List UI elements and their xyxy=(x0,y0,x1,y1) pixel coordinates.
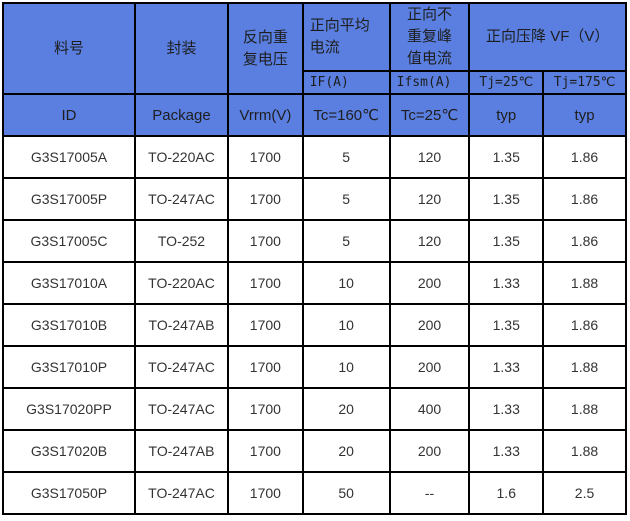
header-ifsm-cn: 正向不 重复峰 值电流 xyxy=(388,2,471,72)
header-if-line2: 电流 xyxy=(309,39,340,56)
cell-id: G3S17050P xyxy=(2,471,136,515)
cell-package: TO-247AB xyxy=(133,429,230,473)
cell-vf-25: 1.35 xyxy=(468,219,545,263)
cell-id: G3S17010B xyxy=(2,303,136,347)
cell-vf-25: 1.33 xyxy=(468,387,545,431)
cell-vf-25: 1.33 xyxy=(468,345,545,389)
cell-vf-25: 1.35 xyxy=(468,177,545,221)
cell-vf-175: 1.88 xyxy=(542,387,627,431)
cell-vrrm: 1700 xyxy=(227,303,304,347)
cell-vrrm: 1700 xyxy=(227,387,304,431)
header-vf-cn: 正向压降 VF（V） xyxy=(468,2,627,72)
cell-id: G3S17010P xyxy=(2,345,136,389)
cell-vrrm: 1700 xyxy=(227,429,304,473)
header-ifsm-line2: 重复峰 xyxy=(407,28,453,45)
table-row: G3S17010A TO-220AC 1700 10 200 1.33 1.88 xyxy=(2,261,627,305)
header-if-line1: 正向平均 xyxy=(309,17,370,34)
cell-id: G3S17005C xyxy=(2,219,136,263)
header-vf175-typ: typ xyxy=(542,93,627,137)
cell-vf-25: 1.33 xyxy=(468,261,545,305)
cell-vrrm: 1700 xyxy=(227,471,304,515)
cell-vrrm: 1700 xyxy=(227,345,304,389)
table-row: G3S17005C TO-252 1700 5 120 1.35 1.86 xyxy=(2,219,627,263)
cell-ifsm: 120 xyxy=(388,219,471,263)
header-ifsm-symbol: Ifsm(A) xyxy=(388,70,471,95)
header-vrrm-en: Vrrm(V) xyxy=(227,93,304,137)
cell-ifsm: 200 xyxy=(388,261,471,305)
cell-ifsm: 120 xyxy=(388,177,471,221)
cell-package: TO-220AC xyxy=(133,261,230,305)
header-package-en: Package xyxy=(133,93,230,137)
header-vrrm-cn: 反向重 复电压 xyxy=(227,2,304,95)
table-row: G3S17010P TO-247AC 1700 10 200 1.33 1.88 xyxy=(2,345,627,389)
cell-ifsm: 200 xyxy=(388,345,471,389)
cell-ifsm: 400 xyxy=(388,387,471,431)
cell-vrrm: 1700 xyxy=(227,219,304,263)
header-if-condition: Tc=160℃ xyxy=(301,93,391,137)
cell-package: TO-220AC xyxy=(133,135,230,179)
cell-id: G3S17010A xyxy=(2,261,136,305)
header-package-cn: 封装 xyxy=(133,2,230,95)
table-row: G3S17005P TO-247AC 1700 5 120 1.35 1.86 xyxy=(2,177,627,221)
table-row: G3S17005A TO-220AC 1700 5 120 1.35 1.86 xyxy=(2,135,627,179)
header-vf-tj175: Tj=175℃ xyxy=(542,70,627,95)
cell-vf-25: 1.35 xyxy=(468,135,545,179)
cell-if: 5 xyxy=(301,219,391,263)
cell-vf-25: 1.35 xyxy=(468,303,545,347)
header-id-en: ID xyxy=(2,93,136,137)
cell-package: TO-247AC xyxy=(133,177,230,221)
cell-ifsm: -- xyxy=(388,471,471,515)
table-row: G3S17050P TO-247AC 1700 50 -- 1.6 2.5 xyxy=(2,471,627,515)
cell-id: G3S17020B xyxy=(2,429,136,473)
cell-package: TO-247AB xyxy=(133,303,230,347)
cell-if: 20 xyxy=(301,387,391,431)
cell-if: 50 xyxy=(301,471,391,515)
cell-if: 5 xyxy=(301,177,391,221)
cell-if: 10 xyxy=(301,303,391,347)
cell-vf-175: 1.86 xyxy=(542,303,627,347)
table-row: G3S17010B TO-247AB 1700 10 200 1.35 1.86 xyxy=(2,303,627,347)
header-vf-tj25: Tj=25℃ xyxy=(468,70,545,95)
cell-if: 5 xyxy=(301,135,391,179)
header-if-symbol: IF(A) xyxy=(301,70,391,95)
cell-id: G3S17005P xyxy=(2,177,136,221)
spec-table: 料号 封装 反向重 复电压 正向平均 电流 正向不 重复峰 值电流 正向压降 V… xyxy=(2,2,627,515)
cell-if: 10 xyxy=(301,345,391,389)
header-vrrm-line2: 复电压 xyxy=(242,50,288,68)
cell-if: 10 xyxy=(301,261,391,305)
header-ifsm-condition: Tc=25℃ xyxy=(388,93,471,137)
cell-package: TO-247AC xyxy=(133,345,230,389)
table-row: G3S17020B TO-247AB 1700 20 200 1.33 1.88 xyxy=(2,429,627,473)
header-vrrm-line1: 反向重 xyxy=(242,28,288,46)
cell-ifsm: 120 xyxy=(388,135,471,179)
cell-ifsm: 200 xyxy=(388,303,471,347)
cell-vrrm: 1700 xyxy=(227,177,304,221)
cell-package: TO-247AC xyxy=(133,471,230,515)
cell-package: TO-252 xyxy=(133,219,230,263)
cell-id: G3S17005A xyxy=(2,135,136,179)
cell-vf-25: 1.6 xyxy=(468,471,545,515)
header-if-cn: 正向平均 电流 xyxy=(301,2,391,72)
table-row: G3S17020PP TO-247AC 1700 20 400 1.33 1.8… xyxy=(2,387,627,431)
header-ifsm-line1: 正向不 xyxy=(407,6,453,23)
cell-vf-175: 2.5 xyxy=(542,471,627,515)
cell-package: TO-247AC xyxy=(133,387,230,431)
cell-vrrm: 1700 xyxy=(227,261,304,305)
cell-vf-175: 1.86 xyxy=(542,135,627,179)
cell-vf-175: 1.88 xyxy=(542,345,627,389)
cell-ifsm: 200 xyxy=(388,429,471,473)
header-vf25-typ: typ xyxy=(468,93,545,137)
cell-id: G3S17020PP xyxy=(2,387,136,431)
cell-if: 20 xyxy=(301,429,391,473)
cell-vf-175: 1.88 xyxy=(542,429,627,473)
cell-vf-25: 1.33 xyxy=(468,429,545,473)
header-id-cn: 料号 xyxy=(2,2,136,95)
cell-vf-175: 1.86 xyxy=(542,219,627,263)
cell-vf-175: 1.86 xyxy=(542,177,627,221)
header-ifsm-line3: 值电流 xyxy=(407,50,453,67)
cell-vrrm: 1700 xyxy=(227,135,304,179)
cell-vf-175: 1.88 xyxy=(542,261,627,305)
